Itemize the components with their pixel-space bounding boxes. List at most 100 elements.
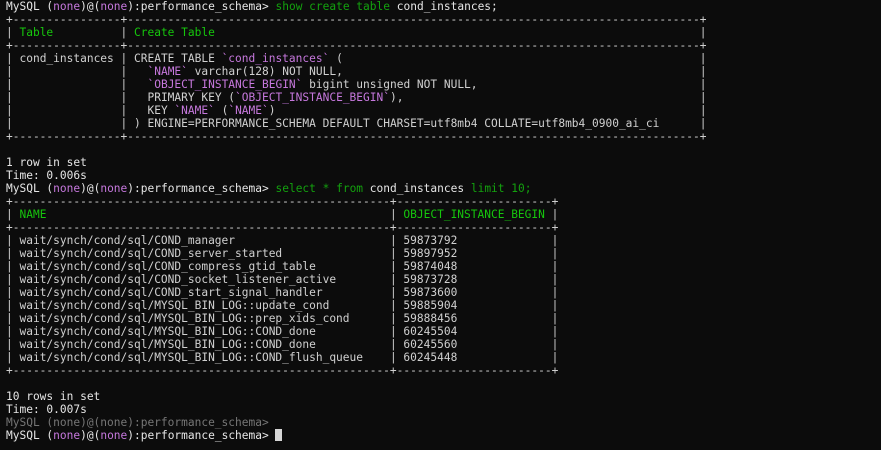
prompt-host: none xyxy=(100,429,128,442)
text-cursor[interactable] xyxy=(275,429,283,441)
table-border: | xyxy=(693,117,707,130)
create-table-row: | | PRIMARY KEY (`OBJECT_INSTANCE_BEGIN`… xyxy=(6,91,881,104)
table-border: +---------------------------------------… xyxy=(6,221,559,234)
prompt-prefix: MySQL ( xyxy=(6,429,54,442)
sql-identifier: `NAME` xyxy=(174,104,215,117)
table-border: | xyxy=(6,104,20,117)
table-border: | xyxy=(544,260,559,273)
create-table-header: | Table | Create Table | xyxy=(6,26,881,39)
cell-name: wait/synch/cond/sql/COND_compress_gtid_t… xyxy=(19,260,384,273)
table-border: | xyxy=(113,26,134,39)
table-row: | wait/synch/cond/sql/MYSQL_BIN_LOG::pre… xyxy=(6,312,881,325)
table-border: | xyxy=(383,325,404,338)
table-border: | xyxy=(6,273,20,286)
cell-object: 59873728 xyxy=(403,273,545,286)
cell-object: 59897952 xyxy=(403,247,545,260)
table-row: | wait/synch/cond/sql/MYSQL_BIN_LOG::upd… xyxy=(6,299,881,312)
cell-object: 60245448 xyxy=(403,351,545,364)
create-table-row: | | `NAME` varchar(128) NOT NULL, | xyxy=(6,65,881,78)
table-border: | xyxy=(693,104,707,117)
prompt-user: none xyxy=(53,0,81,13)
create-table-row: | | KEY `NAME` (`NAME`) | xyxy=(6,104,881,117)
table-border: | xyxy=(544,286,559,299)
table-row: | wait/synch/cond/sql/COND_manager | 598… xyxy=(6,234,881,247)
cell-name: wait/synch/cond/sql/MYSQL_BIN_LOG::COND_… xyxy=(19,325,384,338)
sql-text: ) xyxy=(268,104,694,117)
table-border: | xyxy=(383,299,404,312)
create-table-row-col1 xyxy=(19,91,113,104)
table-border: | xyxy=(544,234,559,247)
prompt-host: none xyxy=(100,182,128,195)
cell-name: wait/synch/cond/sql/COND_server_started xyxy=(19,247,384,260)
table-border: | xyxy=(6,117,20,130)
cell-object: 59873792 xyxy=(403,234,545,247)
create-table-row-col1 xyxy=(19,65,113,78)
command-table: cond_instances xyxy=(369,182,465,195)
table-border: | xyxy=(383,273,404,286)
table-border: | xyxy=(6,260,20,273)
prompt-suffix: ):performance_schema> xyxy=(127,182,269,195)
blank-line xyxy=(6,143,881,156)
cell-name: wait/synch/cond/sql/MYSQL_BIN_LOG::COND_… xyxy=(19,338,384,351)
cell-object: 60245504 xyxy=(403,325,545,338)
result-time: Time: 0.007s xyxy=(6,403,87,416)
table-border: | xyxy=(544,312,559,325)
prompt-prefix: MySQL ( xyxy=(6,0,54,13)
prompt-suffix: ):performance_schema> xyxy=(127,429,269,442)
table-border: | xyxy=(693,65,707,78)
prompt-mid: )@( xyxy=(80,0,101,13)
table-border: | xyxy=(544,325,559,338)
table-border: | xyxy=(693,91,707,104)
command-line: MySQL (none)@(none):performance_schema> … xyxy=(6,182,881,195)
sql-text: bigint unsigned NOT NULL, xyxy=(302,78,694,91)
table-row: | wait/synch/cond/sql/COND_socket_listen… xyxy=(6,273,881,286)
table-row: | wait/synch/cond/sql/MYSQL_BIN_LOG::CON… xyxy=(6,351,881,364)
cell-name: wait/synch/cond/sql/COND_start_signal_ha… xyxy=(19,286,384,299)
cell-object: 59888456 xyxy=(403,312,545,325)
sql-identifier: `OBJECT_INSTANCE_BEGIN` xyxy=(235,91,390,104)
sql-text: varchar(128) NOT NULL, xyxy=(187,65,694,78)
table-border: | xyxy=(693,52,707,65)
table-border: | xyxy=(544,338,559,351)
table-border: | xyxy=(544,351,559,364)
table-border-top: +---------------------------------------… xyxy=(6,195,881,208)
table-border: | xyxy=(113,104,134,117)
table-border: | xyxy=(693,78,707,91)
table-border: +----------------+----------------------… xyxy=(6,13,707,26)
table-border: | xyxy=(6,299,20,312)
sql-text: KEY xyxy=(134,104,175,117)
table-border: | xyxy=(383,247,404,260)
column-header-name: NAME xyxy=(19,208,384,221)
table-border-mid: +----------------+----------------------… xyxy=(6,39,881,52)
table-border-mid: +---------------------------------------… xyxy=(6,221,881,234)
table-border: | xyxy=(544,273,559,286)
table-border: | xyxy=(6,91,20,104)
create-table-header-col1: Table xyxy=(19,26,114,39)
table-border: | xyxy=(6,338,20,351)
table-border-bottom: +----------------+----------------------… xyxy=(6,130,881,143)
table-border: | xyxy=(544,247,559,260)
sql-identifier: `NAME` xyxy=(228,104,269,117)
table-border: | xyxy=(6,234,20,247)
terminal-window[interactable]: MySQL (none)@(none):performance_schema> … xyxy=(0,0,881,450)
table-border: | xyxy=(6,26,20,39)
table-border: | xyxy=(383,338,404,351)
cell-name: wait/synch/cond/sql/MYSQL_BIN_LOG::updat… xyxy=(19,299,384,312)
table-border: | xyxy=(113,91,134,104)
sql-text: CREATE TABLE xyxy=(134,52,222,65)
table-border: +----------------+----------------------… xyxy=(6,39,707,52)
table-border: | xyxy=(6,325,20,338)
command-keyword: limit 10; xyxy=(470,182,532,195)
sql-identifier: `OBJECT_INSTANCE_BEGIN` xyxy=(147,78,303,91)
cell-name: wait/synch/cond/sql/COND_socket_listener… xyxy=(19,273,384,286)
table-border: | xyxy=(6,351,20,364)
table-row: | wait/synch/cond/sql/MYSQL_BIN_LOG::CON… xyxy=(6,338,881,351)
sql-identifier: `NAME` xyxy=(147,65,188,78)
table-border: | xyxy=(6,286,20,299)
result-time: Time: 0.006s xyxy=(6,169,881,182)
table-border: | xyxy=(113,78,134,91)
